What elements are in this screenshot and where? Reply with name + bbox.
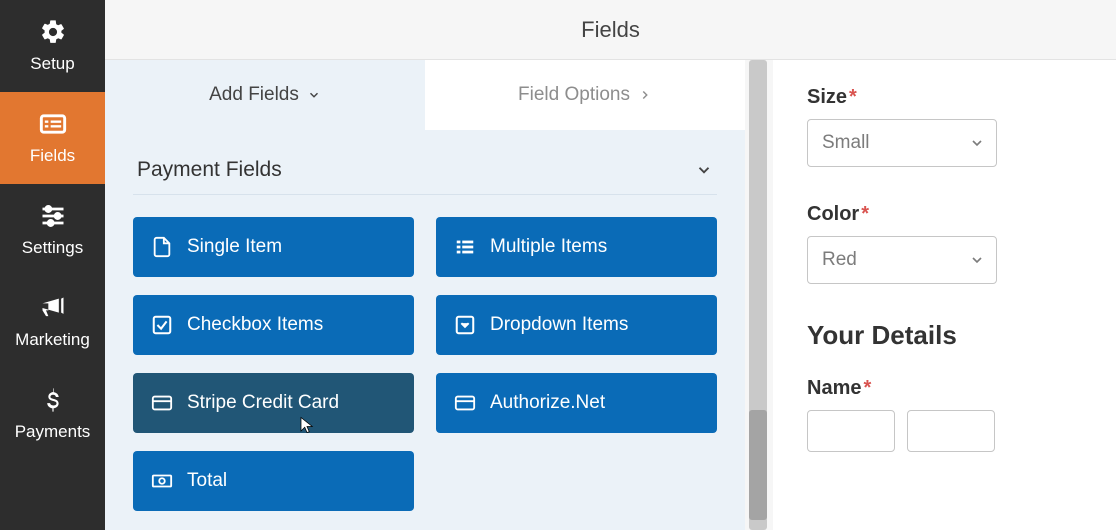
color-label: Color* — [807, 203, 1082, 226]
field-authorize-net[interactable]: Authorize.Net — [436, 373, 717, 433]
cash-icon — [151, 470, 173, 492]
page-title: Fields — [105, 0, 1116, 60]
sidebar-label: Payments — [15, 422, 91, 442]
scrollbar-thumb[interactable] — [749, 410, 767, 520]
field-dropdown-items[interactable]: Dropdown Items — [436, 295, 717, 355]
sidebar: Setup Fields Settings Marketing Payments — [0, 0, 105, 530]
tab-field-options[interactable]: Field Options — [425, 60, 745, 130]
gear-icon — [39, 18, 67, 46]
credit-card-icon — [151, 392, 173, 414]
dollar-icon — [39, 386, 67, 414]
list-icon — [39, 110, 67, 138]
checkbox-icon — [151, 314, 173, 336]
sidebar-label: Setup — [30, 54, 74, 74]
chevron-down-icon — [307, 88, 321, 102]
list-icon — [454, 236, 476, 258]
chevron-down-icon — [969, 252, 985, 268]
chevron-down-icon — [695, 161, 713, 179]
sidebar-label: Marketing — [15, 330, 90, 350]
size-select[interactable]: Small — [807, 119, 997, 167]
sidebar-label: Settings — [22, 238, 83, 258]
name-last-input[interactable] — [907, 410, 995, 452]
sidebar-item-settings[interactable]: Settings — [0, 184, 105, 276]
name-first-input[interactable] — [807, 410, 895, 452]
sidebar-item-payments[interactable]: Payments — [0, 368, 105, 460]
field-checkbox-items[interactable]: Checkbox Items — [133, 295, 414, 355]
sidebar-label: Fields — [30, 146, 75, 166]
field-multiple-items[interactable]: Multiple Items — [436, 217, 717, 277]
size-label: Size* — [807, 86, 1082, 109]
field-total[interactable]: Total — [133, 451, 414, 511]
section-title: Payment Fields — [137, 158, 282, 182]
field-stripe-credit-card[interactable]: Stripe Credit Card — [133, 373, 414, 433]
section-payment-fields[interactable]: Payment Fields — [133, 140, 717, 195]
bullhorn-icon — [39, 294, 67, 322]
credit-card-icon — [454, 392, 476, 414]
chevron-down-icon — [969, 135, 985, 151]
scrollbar[interactable] — [745, 60, 773, 530]
builder-panel: Add Fields Field Options Payment Fields — [105, 60, 745, 530]
sidebar-item-setup[interactable]: Setup — [0, 0, 105, 92]
file-icon — [151, 236, 173, 258]
color-select[interactable]: Red — [807, 236, 997, 284]
field-single-item[interactable]: Single Item — [133, 217, 414, 277]
sliders-icon — [39, 202, 67, 230]
chevron-right-icon — [638, 88, 652, 102]
name-label: Name* — [807, 377, 1082, 400]
your-details-heading: Your Details — [807, 320, 1082, 351]
dropdown-icon — [454, 314, 476, 336]
sidebar-item-fields[interactable]: Fields — [0, 92, 105, 184]
sidebar-item-marketing[interactable]: Marketing — [0, 276, 105, 368]
tab-add-fields[interactable]: Add Fields — [105, 60, 425, 130]
preview-panel: Size* Small Color* Red Your Details Name… — [773, 60, 1116, 530]
